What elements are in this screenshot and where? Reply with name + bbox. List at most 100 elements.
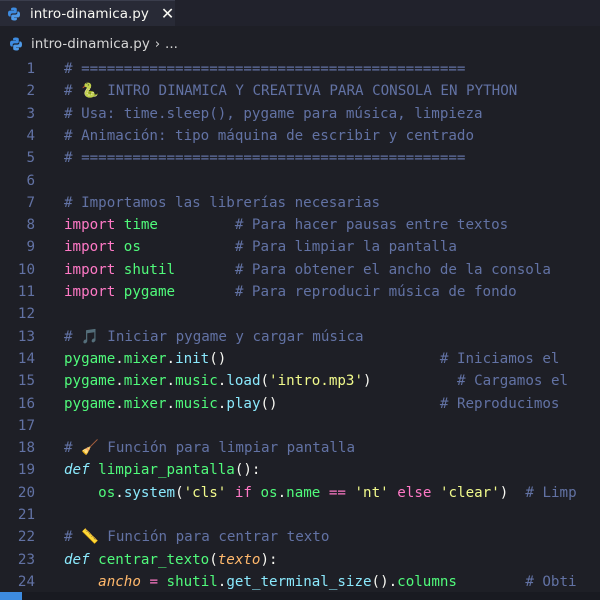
code-line[interactable]: 24 ancho = shutil.get_terminal_size().co… (0, 571, 600, 590)
code-line[interactable]: 9 import os # Para limpiar la pantalla (0, 236, 600, 258)
code-token: import (64, 284, 116, 300)
code-token: pygame (64, 373, 116, 390)
code-token: music (175, 395, 218, 412)
code-text: def centrar_texto(texto): (64, 549, 278, 571)
code-token: os (123, 239, 141, 256)
code-token: . (277, 484, 287, 501)
code-token: == (328, 484, 346, 501)
code-text: # Usa: time.sleep(), pygame para música,… (64, 103, 483, 125)
code-line[interactable]: 8 import time # Para hacer pausas entre t… (0, 214, 600, 236)
remote-indicator[interactable] (0, 592, 22, 600)
line-number: 5 (26, 150, 35, 167)
code-text: pygame.mixer.music.play() # Reproducimos (64, 393, 559, 415)
code-token: . (115, 395, 124, 412)
code-token: name (286, 484, 321, 501)
code-line[interactable]: 18 # 🧹 Función para limpiar pantalla (0, 437, 600, 459)
code-token: . (166, 373, 176, 390)
code-token: get_terminal_size (226, 573, 372, 590)
code-line[interactable]: 10 import shutil # Para obtener el ancho … (0, 259, 600, 281)
code-token: (): (234, 462, 261, 479)
code-line[interactable]: 15 pygame.mixer.music.load('intro.mp3') #… (0, 370, 600, 392)
code-line[interactable]: 16 pygame.mixer.music.play() # Reproducim… (0, 393, 600, 415)
code-token: # Importamos las librerías necesarias (64, 194, 381, 211)
line-number: 22 (17, 529, 35, 546)
code-token: . (115, 373, 124, 390)
status-bar (0, 592, 600, 600)
breadcrumb-more[interactable]: ... (165, 36, 178, 52)
code-line[interactable]: 12 (0, 303, 600, 325)
code-line[interactable]: 21 (0, 504, 600, 526)
code-text: import os # Para limpiar la pantalla (64, 236, 457, 258)
code-text: import pygame # Para reproducir música d… (64, 281, 517, 303)
code-line[interactable]: 11 import pygame # Para reproducir música… (0, 281, 600, 303)
code-line[interactable]: 22 # 📏 Función para centrar texto (0, 526, 600, 548)
code-line[interactable]: 5 # =====================================… (0, 147, 600, 169)
code-line[interactable]: 20 os.system('cls' if os.name == 'nt' el… (0, 482, 600, 504)
code-token: texto (217, 551, 261, 568)
code-token: # (64, 83, 82, 100)
code-token: # ======================================… (64, 150, 466, 167)
code-editor[interactable]: 1 # =====================================… (0, 58, 600, 590)
breadcrumb: intro-dinamica.py › ... (0, 33, 600, 55)
tab-intro-dinamica[interactable]: intro-dinamica.py ✕ (0, 0, 175, 26)
code-line[interactable]: 3 # Usa: time.sleep(), pygame para música… (0, 103, 600, 125)
code-token: ): (260, 551, 278, 568)
code-line[interactable]: 4 # Animación: tipo máquina de escribir y… (0, 125, 600, 147)
line-number: 12 (17, 306, 35, 323)
code-token: 'nt' (354, 484, 389, 501)
code-line[interactable]: 19 def limpiar_pantalla(): (0, 459, 600, 481)
code-token: ancho (98, 573, 141, 590)
code-token: . (115, 350, 124, 367)
code-token: pygame (64, 350, 116, 367)
code-token: # Usa: time.sleep(), pygame para música,… (64, 105, 483, 122)
code-line[interactable]: 14 pygame.mixer.init() # Iniciamos el (0, 348, 600, 370)
code-token: () (209, 350, 227, 367)
code-token: # (64, 529, 82, 546)
code-token: Función para limpiar pantalla (98, 440, 356, 457)
line-number: 14 (17, 350, 35, 367)
code-token: pygame (123, 284, 176, 300)
line-number: 20 (17, 484, 35, 501)
line-number: 16 (17, 395, 35, 412)
code-token: # Animación: tipo máquina de escribir y … (64, 127, 474, 144)
code-token: # Para obtener el ancho de la consola (234, 261, 551, 278)
code-token: # Para limpiar la pantalla (234, 239, 457, 256)
code-line[interactable]: 13 # 🎵 Iniciar pygame y cargar música (0, 326, 600, 348)
close-icon[interactable]: ✕ (161, 5, 174, 22)
code-token: def (64, 551, 90, 568)
code-token: else (397, 484, 432, 501)
code-token: () (260, 395, 278, 412)
code-token: import (64, 261, 116, 278)
line-number: 18 (17, 440, 35, 457)
code-token: mixer (123, 350, 167, 367)
code-text: # 🧹 Función para limpiar pantalla (64, 437, 355, 459)
code-line[interactable]: 2 # 🐍 INTRO DINAMICA Y CREATIVA PARA CONS… (0, 80, 600, 102)
code-line[interactable]: 1 # =====================================… (0, 58, 600, 80)
code-token: import (64, 239, 116, 256)
breadcrumb-file[interactable]: intro-dinamica.py (31, 36, 150, 52)
code-line[interactable]: 23 def centrar_texto(texto): (0, 549, 600, 571)
code-token: import (64, 217, 116, 234)
code-line[interactable]: 6 (0, 170, 600, 192)
code-line[interactable]: 7 # Importamos las librerías necesarias (0, 192, 600, 214)
code-text: def limpiar_pantalla(): (64, 459, 260, 481)
code-line[interactable]: 17 (0, 415, 600, 437)
code-token: # Obti (525, 573, 577, 590)
line-number: 17 (17, 417, 35, 434)
code-token: def (64, 462, 90, 479)
code-text: ancho = shutil.get_terminal_size().colum… (64, 571, 577, 590)
